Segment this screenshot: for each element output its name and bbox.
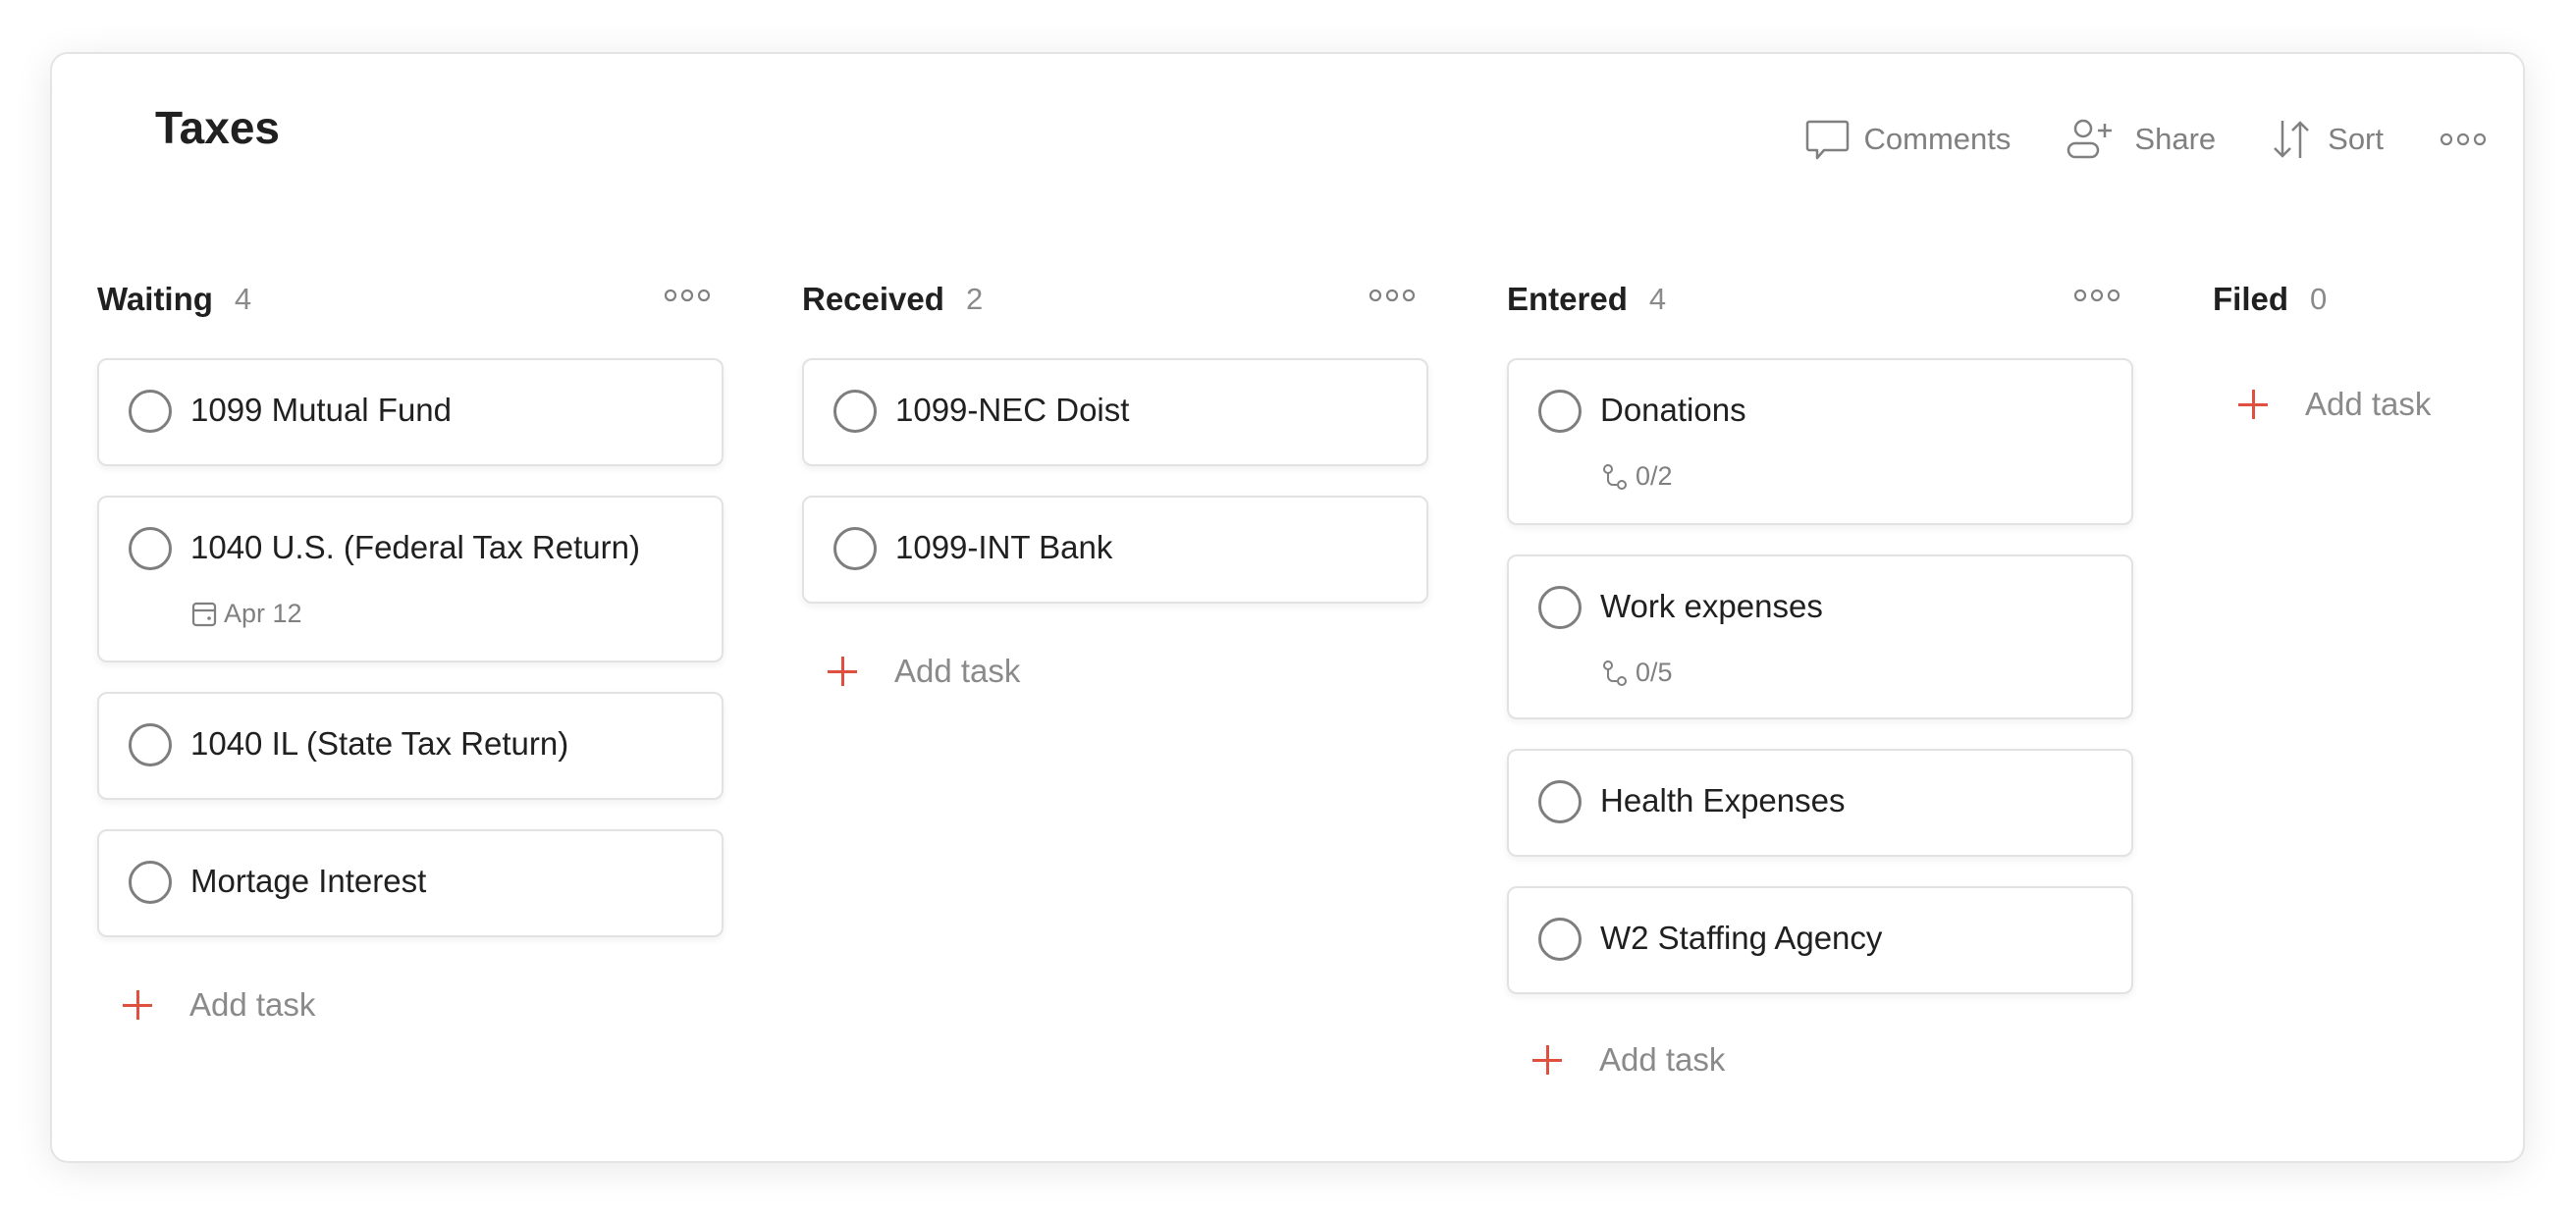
task-name: Donations bbox=[1600, 392, 1746, 428]
column-name: Received bbox=[802, 281, 944, 317]
task-card[interactable]: 1099-INT Bank bbox=[802, 496, 1428, 604]
sort-icon bbox=[2271, 117, 2314, 162]
subtask-progress: 0/2 bbox=[1636, 461, 1673, 491]
subtask-icon bbox=[1603, 463, 1627, 490]
column-header: Waiting 4 bbox=[97, 278, 722, 321]
add-task-label: Add task bbox=[1599, 1041, 1726, 1078]
project-title: Taxes bbox=[155, 102, 281, 153]
complete-checkbox[interactable] bbox=[129, 390, 172, 433]
sort-button[interactable]: Sort bbox=[2271, 117, 2384, 162]
plus-icon bbox=[123, 990, 152, 1020]
header-actions: Comments Share Sort bbox=[1805, 117, 2488, 162]
column-header: Entered 4 bbox=[1507, 278, 2131, 321]
task-name: 1099-NEC Doist bbox=[895, 392, 1130, 428]
plus-icon bbox=[1532, 1045, 1562, 1075]
column-count: 4 bbox=[1648, 282, 1667, 316]
task-name: 1099 Mutual Fund bbox=[190, 392, 453, 428]
task-name: Health Expenses bbox=[1600, 782, 1846, 818]
more-icon bbox=[2073, 289, 2120, 302]
task-card[interactable]: Mortage Interest bbox=[97, 829, 724, 937]
add-task-label: Add task bbox=[189, 986, 316, 1023]
subtask-count: 0/2 bbox=[1600, 461, 1673, 492]
comments-button[interactable]: Comments bbox=[1805, 117, 2012, 162]
plus-icon bbox=[2238, 390, 2268, 419]
task-card[interactable]: 1040 U.S. (Federal Tax Return) Apr 12 bbox=[97, 496, 724, 662]
complete-checkbox[interactable] bbox=[1538, 780, 1582, 823]
column-count: 2 bbox=[965, 282, 984, 316]
task-card[interactable]: 1099 Mutual Fund bbox=[97, 358, 724, 466]
add-task-button[interactable]: Add task bbox=[123, 986, 315, 1024]
more-icon bbox=[664, 289, 711, 302]
task-card[interactable]: 1099-NEC Doist bbox=[802, 358, 1428, 466]
column-name: Entered bbox=[1507, 281, 1628, 317]
add-task-button[interactable]: Add task bbox=[828, 653, 1020, 690]
column-count: 4 bbox=[234, 282, 252, 316]
subtask-icon bbox=[1603, 660, 1627, 686]
plus-icon bbox=[828, 657, 857, 686]
due-date: Apr 12 bbox=[190, 599, 302, 629]
task-card[interactable]: W2 Staffing Agency bbox=[1507, 886, 2133, 994]
task-name: W2 Staffing Agency bbox=[1600, 920, 1883, 956]
task-name: Work expenses bbox=[1600, 588, 1823, 624]
task-name: 1040 IL (State Tax Return) bbox=[190, 725, 569, 762]
project-window: Taxes Comments Share Sort Waiting 4 1099… bbox=[52, 54, 2523, 1161]
column-count: 0 bbox=[2310, 282, 2328, 316]
complete-checkbox[interactable] bbox=[1538, 390, 1582, 433]
sort-label: Sort bbox=[2328, 122, 2384, 156]
complete-checkbox[interactable] bbox=[833, 390, 877, 433]
share-label: Share bbox=[2134, 122, 2217, 156]
complete-checkbox[interactable] bbox=[129, 861, 172, 904]
more-icon bbox=[2439, 130, 2488, 149]
add-task-button[interactable]: Add task bbox=[2238, 386, 2431, 423]
column-name: Filed bbox=[2213, 281, 2289, 317]
column-header: Received 2 bbox=[802, 278, 1426, 321]
complete-checkbox[interactable] bbox=[1538, 586, 1582, 629]
column-more-button[interactable] bbox=[2072, 286, 2121, 310]
comment-icon bbox=[1805, 117, 1851, 162]
task-name: 1099-INT Bank bbox=[895, 529, 1113, 565]
task-card[interactable]: Donations 0/2 bbox=[1507, 358, 2133, 525]
complete-checkbox[interactable] bbox=[129, 527, 172, 570]
more-icon bbox=[1368, 289, 1416, 302]
more-actions-button[interactable] bbox=[2439, 130, 2488, 149]
add-task-button[interactable]: Add task bbox=[1532, 1041, 1725, 1079]
subtask-progress: 0/5 bbox=[1636, 658, 1673, 687]
due-date-label: Apr 12 bbox=[224, 599, 302, 628]
calendar-icon bbox=[191, 602, 217, 626]
task-card[interactable]: Health Expenses bbox=[1507, 749, 2133, 857]
column-name: Waiting bbox=[97, 281, 213, 317]
complete-checkbox[interactable] bbox=[1538, 918, 1582, 961]
share-button[interactable]: Share bbox=[2066, 117, 2216, 162]
add-task-label: Add task bbox=[894, 653, 1021, 689]
task-name: Mortage Interest bbox=[190, 863, 427, 899]
column-more-button[interactable] bbox=[663, 286, 712, 310]
task-card[interactable]: 1040 IL (State Tax Return) bbox=[97, 692, 724, 800]
column-more-button[interactable] bbox=[1368, 286, 1417, 310]
column-header: Filed 0 bbox=[2213, 278, 2507, 321]
comments-label: Comments bbox=[1863, 122, 2012, 156]
add-task-label: Add task bbox=[2305, 386, 2432, 422]
complete-checkbox[interactable] bbox=[833, 527, 877, 570]
add-person-icon bbox=[2066, 117, 2120, 162]
task-name: 1040 U.S. (Federal Tax Return) bbox=[190, 529, 640, 565]
subtask-count: 0/5 bbox=[1600, 658, 1673, 688]
task-card[interactable]: Work expenses 0/5 bbox=[1507, 554, 2133, 719]
complete-checkbox[interactable] bbox=[129, 723, 172, 766]
